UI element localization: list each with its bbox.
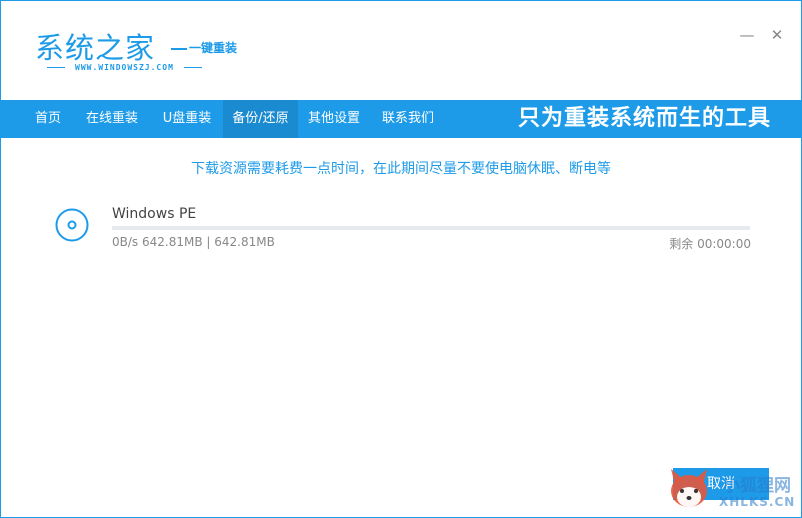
main-nav: 首页 在线重装 U盘重装 备份/还原 其他设置 联系我们 只为重装系统而生的工具 — [1, 100, 801, 138]
download-progress-bar — [112, 226, 750, 230]
nav-item-usb-reinstall[interactable]: U盘重装 — [153, 100, 221, 138]
download-remaining: 剩余 00:00:00 — [669, 237, 751, 251]
logo-url-dash-left — [47, 67, 65, 68]
logo-url-dash-right — [183, 67, 202, 68]
nav-item-online-reinstall[interactable]: 在线重装 — [79, 100, 145, 138]
nav-item-backup-restore[interactable]: 备份/还原 — [223, 100, 298, 138]
logo-subtitle: 一键重装 — [171, 39, 237, 56]
app-logo: 系统之家 一键重装 WWW.WINDOWSZJ.COM — [35, 25, 237, 72]
installer-window: 系统之家 一键重装 WWW.WINDOWSZJ.COM — ✕ 首页 在线重装 … — [0, 0, 802, 518]
logo-url: WWW.WINDOWSZJ.COM — [37, 63, 212, 72]
nav-item-home[interactable]: 首页 — [23, 100, 73, 138]
close-button[interactable]: ✕ — [769, 27, 785, 43]
nav-item-contact-us[interactable]: 联系我们 — [375, 100, 441, 138]
download-notice: 下载资源需要耗费一点时间，在此期间尽量不要使电脑休眠、断电等 — [191, 161, 611, 177]
window-controls: — ✕ — [739, 27, 785, 43]
nav-item-other-settings[interactable]: 其他设置 — [301, 100, 367, 138]
cancel-button[interactable]: 取消 — [673, 468, 769, 500]
disc-icon — [55, 208, 89, 242]
download-stats: 0B/s 642.81MB | 642.81MB — [112, 235, 275, 249]
nav-slogan: 只为重装系统而生的工具 — [517, 106, 771, 131]
logo-url-text: WWW.WINDOWSZJ.COM — [75, 63, 174, 72]
minimize-button[interactable]: — — [739, 27, 755, 43]
download-item: Windows PE 0B/s 642.81MB | 642.81MB 剩余 0… — [55, 204, 751, 254]
logo-title: 系统之家 — [35, 31, 156, 65]
download-name: Windows PE — [112, 206, 197, 222]
